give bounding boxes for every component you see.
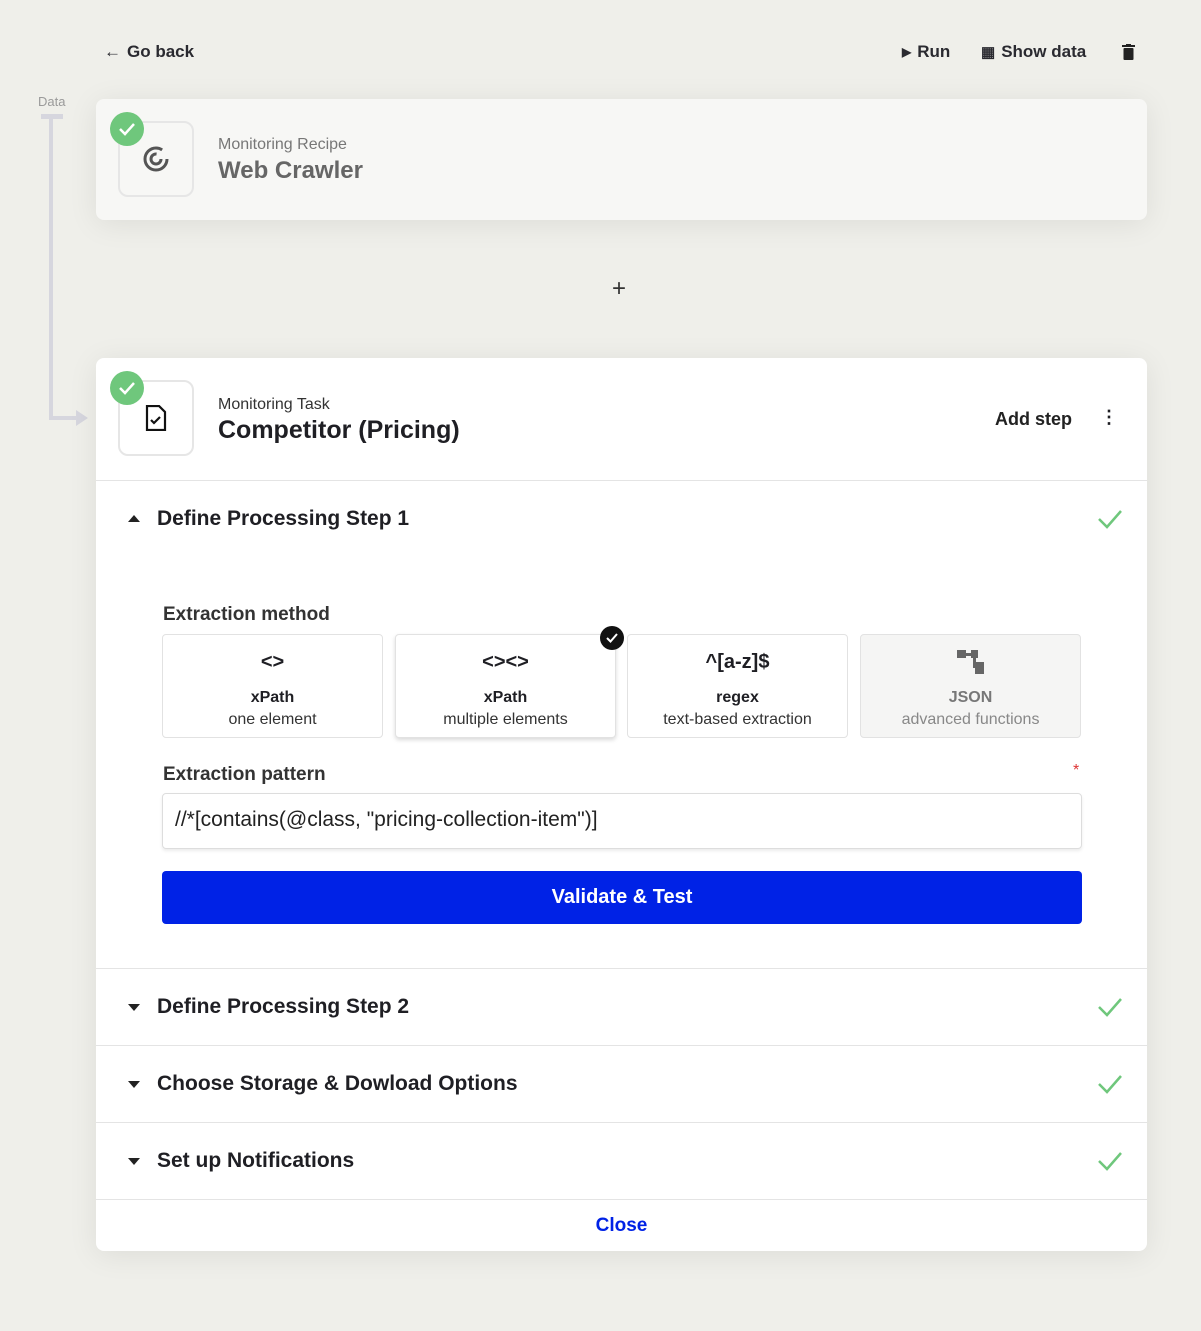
success-check-icon [110,112,144,146]
option-xpath-one[interactable]: <> xPath one element [162,634,383,738]
selected-check-icon [600,626,624,650]
success-check-icon [1098,998,1122,1017]
success-check-icon [1098,1152,1122,1171]
success-check-icon [1098,509,1122,529]
trash-icon [1122,44,1135,60]
recipe-title: Web Crawler [218,157,363,184]
option-name: xPath [483,689,528,706]
section-title: Set up Notifications [157,1149,355,1172]
caret-down-icon [128,1080,140,1088]
close-row: Close [96,1199,1147,1251]
code-brackets-icon: <> [260,650,285,673]
section-title: Choose Storage & Dowload Options [157,1072,518,1095]
add-step-plus-button[interactable]: + [612,275,626,303]
option-desc: text-based extraction [663,711,812,728]
connector-line [41,114,88,426]
delete-button[interactable] [1122,44,1135,65]
play-icon: ▶ [902,45,912,59]
option-desc: multiple elements [443,711,568,728]
required-mark: * [1073,762,1080,779]
extraction-method-label: Extraction method [163,604,330,625]
section-title: Define Processing Step 1 [157,506,410,530]
caret-down-icon [128,1157,140,1165]
show-data-button[interactable]: ▦ Show data [981,42,1086,62]
json-tree-icon [861,635,1080,685]
option-name: xPath [250,689,295,706]
option-regex[interactable]: ^[a-z]$ regex text-based extraction [627,634,848,738]
section-storage-header[interactable]: Choose Storage & Dowload Options [96,1045,1147,1122]
success-check-icon [110,371,144,405]
document-check-icon [145,405,167,431]
extraction-pattern-input[interactable]: //*[contains(@class, "pricing-collection… [162,793,1082,849]
run-button[interactable]: ▶ Run [902,42,950,62]
more-options-icon[interactable]: ⋮ [1100,407,1118,428]
caret-down-icon [128,1003,140,1011]
option-xpath-multiple[interactable]: <><> xPath multiple elements [395,626,624,738]
collapsed-sections: Define Processing Step 2 Choose Storage … [96,968,1147,1251]
recipe-card[interactable]: Monitoring Recipe Web Crawler [96,99,1147,220]
option-name: JSON [948,689,993,706]
task-subtitle: Monitoring Task [218,396,330,413]
success-check-icon [1098,1075,1122,1094]
connector-label: Data [38,94,66,109]
option-json[interactable]: JSON advanced functions [860,634,1081,738]
section-title: Define Processing Step 2 [157,995,410,1018]
option-desc: advanced functions [901,711,1040,728]
validate-test-button[interactable]: Validate & Test [162,871,1082,924]
add-step-button[interactable]: Add step [995,409,1072,430]
close-button[interactable]: Close [596,1215,648,1237]
extraction-pattern-label: Extraction pattern [163,764,326,785]
go-back-button[interactable]: ← Go back [104,42,194,62]
section-notifications-header[interactable]: Set up Notifications [96,1122,1147,1199]
regex-icon: ^[a-z]$ [705,650,770,673]
double-code-brackets-icon: <><> [482,650,529,673]
caret-up-icon [128,515,140,522]
arrow-left-icon: ← [104,42,121,61]
option-name: regex [716,689,759,706]
table-icon: ▦ [981,44,996,61]
radar-icon [143,146,169,172]
section-step-1-header[interactable]: Define Processing Step 1 [96,480,1147,556]
option-desc: one element [228,711,317,728]
section-step-2-header[interactable]: Define Processing Step 2 [96,968,1147,1045]
task-title: Competitor (Pricing) [218,416,460,444]
recipe-subtitle: Monitoring Recipe [218,136,347,153]
